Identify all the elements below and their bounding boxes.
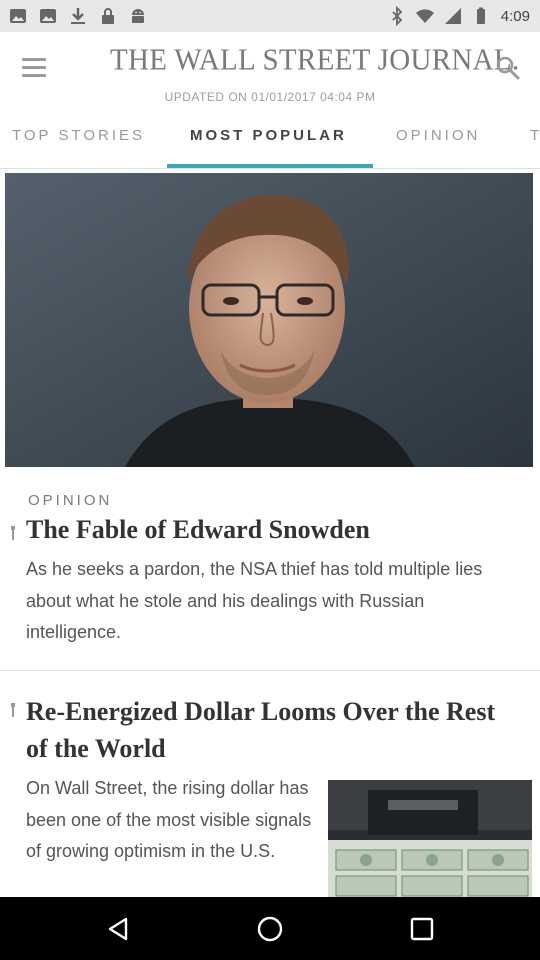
tab-opinion[interactable]: OPINION	[396, 118, 480, 168]
bookmark-icon[interactable]	[8, 701, 18, 721]
article-headline[interactable]: The Fable of Edward Snowden	[26, 515, 526, 545]
home-icon[interactable]	[256, 915, 284, 943]
lock-icon	[102, 8, 114, 24]
tab-next-partial[interactable]: T	[530, 118, 540, 168]
download-icon	[71, 8, 85, 24]
wifi-icon	[415, 9, 434, 23]
article-divider	[0, 670, 540, 671]
hero-image[interactable]	[5, 173, 533, 467]
gallery-icon	[10, 9, 26, 23]
battery-icon	[476, 7, 485, 24]
system-nav-bar	[0, 897, 540, 960]
status-time: 4:09	[500, 7, 530, 25]
updated-timestamp: UPDATED ON 01/01/2017 04:04 PM	[164, 90, 376, 104]
signal-icon	[444, 8, 461, 24]
header-divider	[0, 168, 540, 169]
menu-icon[interactable]	[22, 54, 52, 80]
recents-icon[interactable]	[408, 915, 436, 943]
masthead-logo: THE WALL STREET JOURNAL.	[110, 43, 520, 77]
tab-top-stories[interactable]: TOP STORIES	[12, 118, 145, 168]
article-section-label: OPINION	[28, 492, 113, 509]
section-tabs: TOP STORIES MOST POPULAR OPINION T	[0, 118, 540, 168]
article-summary[interactable]: On Wall Street, the rising dollar has be…	[26, 773, 316, 868]
app-header: THE WALL STREET JOURNAL. UPDATED ON 01/0…	[0, 32, 540, 168]
tab-most-popular[interactable]: MOST POPULAR	[190, 118, 347, 168]
bookmark-icon[interactable]	[8, 524, 18, 544]
article-summary[interactable]: As he seeks a pardon, the NSA thief has …	[26, 554, 516, 649]
gallery-icon	[40, 9, 56, 23]
article-thumbnail[interactable]	[328, 780, 532, 898]
back-icon[interactable]	[104, 915, 132, 943]
android-icon	[132, 9, 144, 23]
search-icon[interactable]	[494, 54, 522, 82]
bluetooth-icon	[392, 6, 403, 26]
article-headline[interactable]: Re-Energized Dollar Looms Over the Rest …	[26, 693, 516, 767]
status-bar: 4:09	[0, 0, 540, 32]
